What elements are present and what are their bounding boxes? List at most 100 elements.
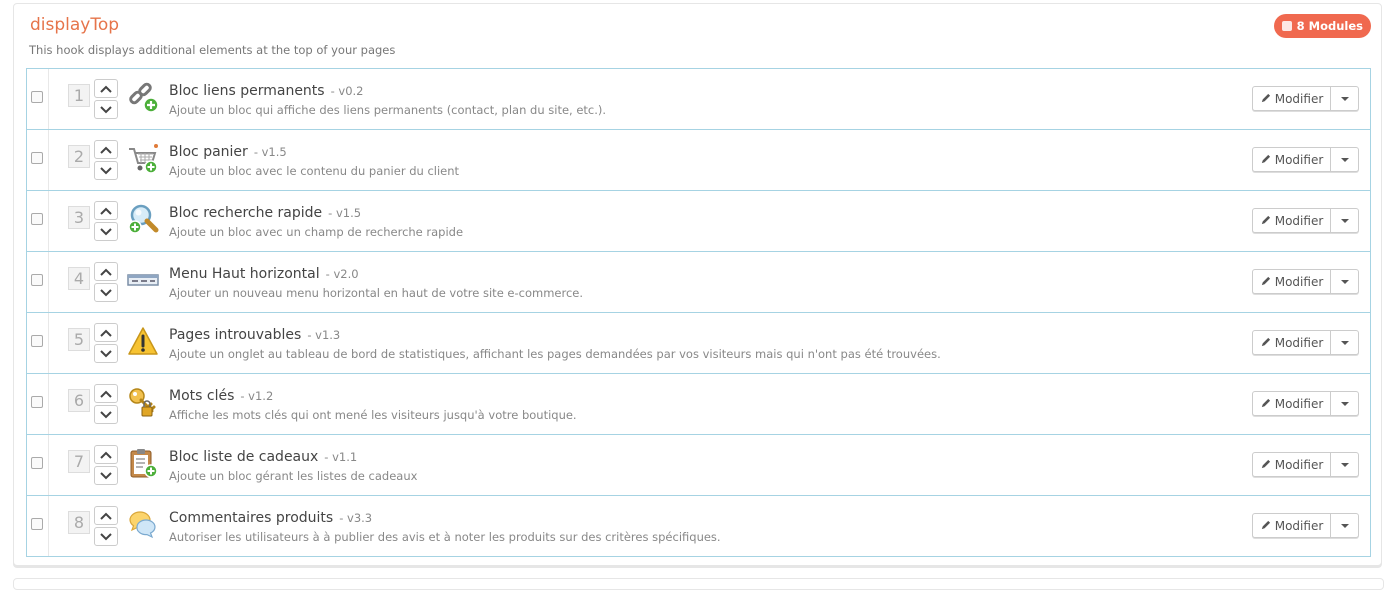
row-divider [48,191,49,251]
move-down-button[interactable] [94,527,118,546]
actions-dropdown-toggle[interactable] [1331,209,1358,232]
module-version: - v1.5 [328,206,362,220]
module-checkbox[interactable] [31,274,43,286]
module-checkbox[interactable] [31,213,43,225]
modify-button[interactable]: Modifier [1253,514,1331,537]
move-up-button[interactable] [94,262,118,281]
module-checkbox[interactable] [31,152,43,164]
module-name: Menu Haut horizontal - v2.0 [169,266,359,282]
module-checkbox[interactable] [31,518,43,530]
move-up-button[interactable] [94,323,118,342]
warning-icon [127,325,159,357]
module-row: 5 Pages introuvables - v1.3 Ajoute un ong… [27,312,1370,373]
module-checkbox[interactable] [31,335,43,347]
module-name: Bloc liste de cadeaux - v1.1 [169,449,357,465]
chevron-up-icon [100,390,112,398]
search-icon [127,203,159,235]
actions-dropdown-toggle[interactable] [1331,453,1358,476]
modify-button-group: Modifier [1252,391,1359,416]
module-name: Pages introuvables - v1.3 [169,327,340,343]
row-divider [48,252,49,312]
module-name: Mots clés - v1.2 [169,388,273,404]
module-row: 1 Bloc liens permanents - v0.2 Ajoute un … [27,69,1370,129]
module-name-text: Bloc recherche rapide [169,205,323,221]
move-up-button[interactable] [94,445,118,464]
actions-dropdown-toggle[interactable] [1331,514,1358,537]
move-down-button[interactable] [94,161,118,180]
hook-subtitle: This hook displays additional elements a… [29,43,396,57]
module-version: - v1.1 [324,450,358,464]
chevron-down-icon [100,410,112,419]
module-row: 2 Bloc panier - v1.5 Ajoute un bloc avec … [27,129,1370,190]
row-divider [48,69,49,129]
modify-button-group: Modifier [1252,513,1359,538]
module-checkbox[interactable] [31,91,43,103]
module-description: Ajoute un bloc gérant les listes de cade… [169,469,418,483]
modify-button[interactable]: Modifier [1253,392,1331,415]
module-description: Ajoute un onglet au tableau de bord de s… [169,347,941,361]
modify-button[interactable]: Modifier [1253,453,1331,476]
move-down-button[interactable] [94,466,118,485]
move-up-button[interactable] [94,201,118,220]
move-up-button[interactable] [94,506,118,525]
module-checkbox[interactable] [31,396,43,408]
modify-label: Modifier [1274,213,1324,228]
actions-dropdown-toggle[interactable] [1331,392,1358,415]
actions-dropdown-toggle[interactable] [1331,270,1358,293]
modify-button[interactable]: Modifier [1253,148,1331,171]
module-row: 6 Mots clés - v1.2 Affiche les mots clés … [27,373,1370,434]
row-divider [48,496,49,556]
module-position: 7 [68,450,90,473]
module-checkbox[interactable] [31,457,43,469]
chevron-up-icon [100,512,112,520]
move-down-button[interactable] [94,405,118,424]
actions-dropdown-toggle[interactable] [1331,148,1358,171]
module-name-text: Bloc liens permanents [169,83,325,99]
modify-button[interactable]: Modifier [1253,209,1331,232]
menu-bar-icon [127,264,159,296]
move-down-button[interactable] [94,222,118,241]
module-position: 2 [68,145,90,168]
modify-button-group: Modifier [1252,86,1359,111]
chevron-up-icon [100,329,112,337]
chevron-down-icon [100,532,112,541]
modify-label: Modifier [1274,335,1324,350]
module-row: 8 Commentaires produits - v3.3 Autoriser … [27,495,1370,556]
actions-dropdown-toggle[interactable] [1331,87,1358,110]
module-version: - v0.2 [330,84,364,98]
pencil-icon [1260,154,1271,165]
modules-count-label: 8 Modules [1296,19,1363,33]
module-name: Bloc panier - v1.5 [169,144,287,160]
chevron-down-icon [100,288,112,297]
hook-panel: displayTop This hook displays additional… [13,3,1382,566]
move-up-button[interactable] [94,140,118,159]
module-count-icon [1281,21,1292,31]
chevron-down-icon [100,166,112,175]
module-version: - v1.2 [240,389,274,403]
modify-button[interactable]: Modifier [1253,331,1331,354]
hook-title: displayTop [30,15,120,35]
module-position: 3 [68,206,90,229]
module-position: 5 [68,328,90,351]
actions-dropdown-toggle[interactable] [1331,331,1358,354]
comments-icon [127,508,159,540]
modify-label: Modifier [1274,457,1324,472]
move-up-button[interactable] [94,79,118,98]
move-down-button[interactable] [94,344,118,363]
pencil-icon [1260,276,1271,287]
move-down-button[interactable] [94,100,118,119]
modify-button-group: Modifier [1252,147,1359,172]
modify-button-group: Modifier [1252,452,1359,477]
move-up-button[interactable] [94,384,118,403]
pencil-icon [1260,459,1271,470]
module-version: - v1.5 [253,145,287,159]
modify-button[interactable]: Modifier [1253,87,1331,110]
chevron-up-icon [100,207,112,215]
modify-button[interactable]: Modifier [1253,270,1331,293]
module-description: Autoriser les utilisateurs à à publier d… [169,530,721,544]
module-name: Bloc liens permanents - v0.2 [169,83,364,99]
move-down-button[interactable] [94,283,118,302]
row-divider [48,435,49,495]
chevron-down-icon [100,105,112,114]
module-description: Ajouter un nouveau menu horizontal en ha… [169,286,584,300]
